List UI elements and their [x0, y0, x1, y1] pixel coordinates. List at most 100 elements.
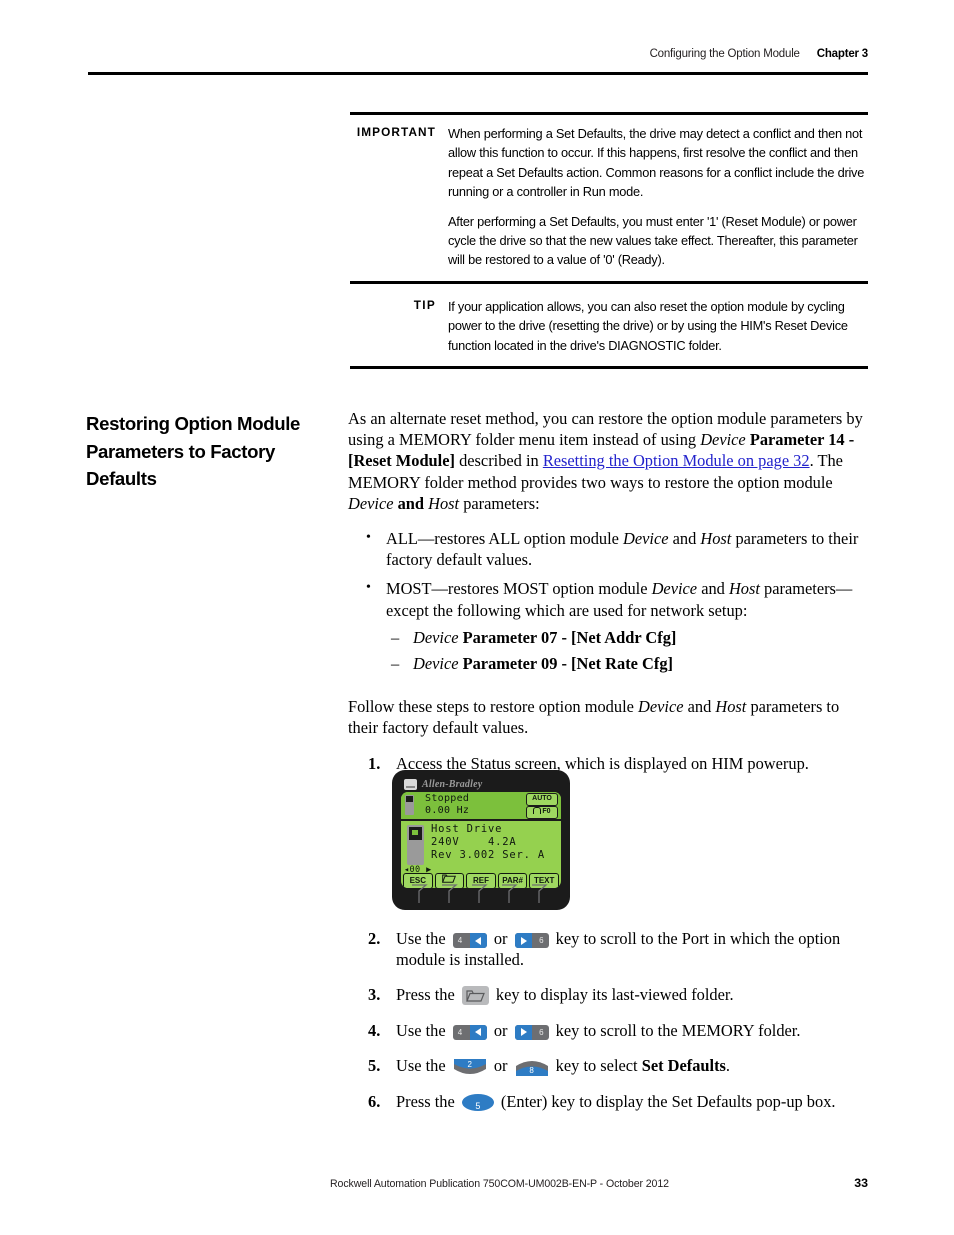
him-softkey-stems [412, 884, 548, 903]
running-header: Configuring the Option Module Chapter 3 [88, 48, 869, 60]
important-callout-box: IMPORTANT When performing a Set Defaults… [350, 112, 868, 284]
subbullet-1-text: Parameter 07 - [Net Addr Cfg] [458, 627, 677, 647]
subbullet-2-text: Parameter 09 - [Net Rate Cfg] [458, 654, 673, 674]
step-5: 5. Use the 2 or 8 key to select Set Defa… [348, 1055, 868, 1077]
step-2-pre: Use the [396, 929, 450, 948]
follow-steps-paragraph: Follow these steps to restore option mod… [348, 696, 868, 738]
procedure-steps-continued: 2. Use the 4 or 6 key to scroll to the P… [348, 928, 868, 1126]
footer-publication-text: Rockwell Automation Publication 750COM-U… [330, 1178, 669, 1190]
intro-parameter-14: Parameter 14 - [745, 430, 855, 450]
follow-host: Host [715, 697, 747, 717]
bullet-2-device: Device [651, 579, 698, 599]
him-status-screen-figure: Allen-Bradley Stopped 0.00 Hz AUTO F0 Ho… [392, 770, 570, 910]
bullet-1-host: Host [700, 529, 732, 549]
tip-callout-body: TIP If your application allows, you can … [350, 288, 868, 366]
right-key-digit: 6 [539, 1027, 544, 1037]
procedure-steps-list-2: 2. Use the 4 or 6 key to scroll to the P… [348, 928, 868, 1112]
intro-device-term-1: Device [700, 430, 746, 450]
important-paragraph-1: When performing a Set Defaults, the driv… [448, 126, 865, 200]
right-key-arrow-box [514, 933, 532, 948]
resetting-option-module-link[interactable]: Resetting the Option Module on page 32 [543, 451, 810, 470]
down-key-digit: 2 [467, 1059, 472, 1069]
enter-key-digit: 5 [475, 1100, 481, 1111]
tip-callout-text: If your application allows, you can also… [448, 297, 868, 355]
folder-glyph-icon [465, 990, 485, 1003]
bullet-2-pre: MOST—restores MOST option module [386, 579, 652, 599]
lcd-revision-series: Rev 3.002 Ser. A [431, 849, 545, 861]
step-4-pre: Use the [396, 1020, 450, 1040]
main-content-column: As an alternate reset method, you can re… [348, 408, 868, 788]
step-2-or: or [489, 929, 512, 948]
bullet-1-device: Device [623, 529, 669, 549]
list-item-net-rate-cfg: Device Parameter 09 - [Net Rate Cfg] [386, 653, 868, 674]
step-1-number: 1. [368, 753, 381, 773]
follow-and: and [683, 697, 716, 717]
drive-status-icon [405, 795, 414, 815]
tip-callout-label: TIP [413, 298, 436, 312]
important-callout-label: IMPORTANT [356, 125, 436, 139]
step-4-post: key to scroll to the MEMORY folder. [551, 1020, 801, 1040]
left-triangle-icon [474, 1028, 481, 1037]
lcd-status-bar: Stopped 0.00 Hz AUTO F0 [401, 792, 561, 821]
left-key-arrow-box [469, 1024, 487, 1040]
him-device-body: Allen-Bradley Stopped 0.00 Hz AUTO F0 Ho… [392, 770, 570, 910]
tip-paragraph-1: If your application allows, you can also… [448, 299, 848, 353]
step-6: 6. Press the 5 (Enter) key to display th… [348, 1091, 868, 1112]
allen-bradley-brand-label: Allen-Bradley [422, 779, 483, 790]
right-arrow-key-icon[interactable]: 6 [514, 933, 549, 948]
down-arrow-key-icon[interactable]: 2 [453, 1058, 487, 1077]
tip-bottom-rule [350, 366, 868, 370]
left-key-digit: 4 [457, 936, 463, 945]
left-arrow-key-icon[interactable]: 4 [452, 933, 487, 948]
step-5-or: or [489, 1055, 512, 1075]
steps-spacer [348, 739, 868, 753]
left-arrow-key-icon[interactable]: 4 [452, 1024, 487, 1040]
step-2: 2. Use the 4 or 6 key to scroll to the P… [348, 928, 868, 970]
intro-host-term-1: Host [428, 493, 460, 513]
right-arrow-key-icon[interactable]: 6 [514, 1024, 549, 1040]
him-lcd-screen: Stopped 0.00 Hz AUTO F0 Host Drive 240V … [401, 792, 561, 888]
left-key-arrow-box [469, 933, 487, 948]
lcd-fault-badge-text: F0 [542, 808, 551, 815]
lcd-voltage-current: 240V 4.2A [431, 836, 517, 848]
bullet-2-mid: and [697, 579, 729, 599]
left-key-digit: 4 [457, 1027, 463, 1037]
enter-key-icon[interactable]: 5 [461, 1093, 494, 1111]
step-5-mid: key to select [551, 1055, 642, 1075]
follow-part-1: Follow these steps to restore option mod… [348, 697, 638, 717]
list-item-net-addr-cfg: Device Parameter 07 - [Net Addr Cfg] [386, 627, 868, 648]
intro-device-term-2: Device [348, 493, 394, 513]
lcd-main-area: Host Drive 240V 4.2A Rev 3.002 Ser. A ◂0… [401, 821, 561, 888]
bell-icon [533, 807, 542, 814]
page-footer: Rockwell Automation Publication 750COM-U… [330, 1176, 868, 1190]
footer-page-number: 33 [854, 1176, 868, 1190]
step-4-number: 4. [368, 1020, 381, 1040]
important-callout-body: IMPORTANT When performing a Set Defaults… [350, 115, 868, 281]
header-chapter-label: Chapter 3 [816, 48, 868, 60]
lcd-auto-badge: AUTO [526, 793, 558, 806]
restore-options-list: ALL—restores ALL option module Device an… [348, 527, 868, 674]
folder-key-icon[interactable] [461, 986, 489, 1006]
step-3-pre: Press the [396, 985, 459, 1005]
step-4: 4. Use the 4 or 6 key to scroll to the M… [348, 1020, 868, 1041]
step-4-or: or [489, 1020, 512, 1040]
bullet-2-host: Host [728, 579, 760, 599]
lcd-fault-badge: F0 [526, 806, 558, 819]
intro-paragraph: As an alternate reset method, you can re… [348, 408, 868, 514]
up-arrow-key-icon[interactable]: 8 [515, 1058, 549, 1077]
step-6-post: (Enter) key to display the Set Defaults … [496, 1091, 836, 1111]
list-item-most: MOST—restores MOST option module Device … [348, 577, 868, 674]
step-5-pre: Use the [396, 1055, 450, 1075]
intro-reset-module-bracket: [Reset Module] [348, 451, 455, 471]
step-2-number: 2. [368, 929, 381, 948]
important-paragraph-2: After performing a Set Defaults, you mus… [448, 213, 858, 268]
tip-callout-box: TIP If your application allows, you can … [350, 288, 868, 370]
step-3-number: 3. [368, 985, 381, 1005]
allen-bradley-logo-icon [404, 779, 417, 790]
section-heading: Restoring Option Module Parameters to Fa… [86, 413, 301, 489]
follow-device: Device [638, 697, 684, 717]
left-triangle-icon [474, 936, 481, 945]
intro-part-4: parameters: [459, 493, 540, 513]
right-triangle-icon [520, 936, 527, 945]
up-key-digit: 8 [529, 1065, 534, 1075]
